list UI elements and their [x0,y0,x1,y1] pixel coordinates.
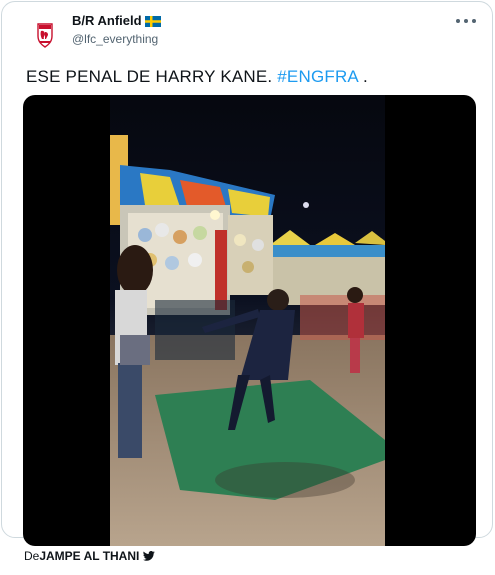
sweden-flag-icon [144,15,161,27]
tweet-text: ESE PENAL DE HARRY KANE. #ENGFRA . [26,66,368,88]
twitter-bird-icon [143,551,156,561]
avatar[interactable] [30,20,60,50]
attribution[interactable]: De JAMPE AL THANI [24,549,156,563]
author-name-label: B/R Anfield [72,13,142,28]
dot [464,19,468,23]
tweet-text-suffix: . [358,67,368,86]
dot [456,19,460,23]
dot [472,19,476,23]
more-options-button[interactable] [456,14,476,28]
liverpool-crest-icon [37,23,53,48]
author-name[interactable]: B/R Anfield [72,13,161,29]
tweet-text-main: ESE PENAL DE HARRY KANE. [26,67,278,86]
hashtag-link[interactable]: #ENGFRA [277,67,358,86]
attribution-name[interactable]: JAMPE AL THANI [39,549,139,563]
video-frame [110,95,385,546]
tweet-header: B/R Anfield @lfc_everything [2,2,492,58]
video-player[interactable] [23,95,476,546]
author-handle[interactable]: @lfc_everything [72,32,158,46]
attribution-prefix: De [24,549,40,563]
